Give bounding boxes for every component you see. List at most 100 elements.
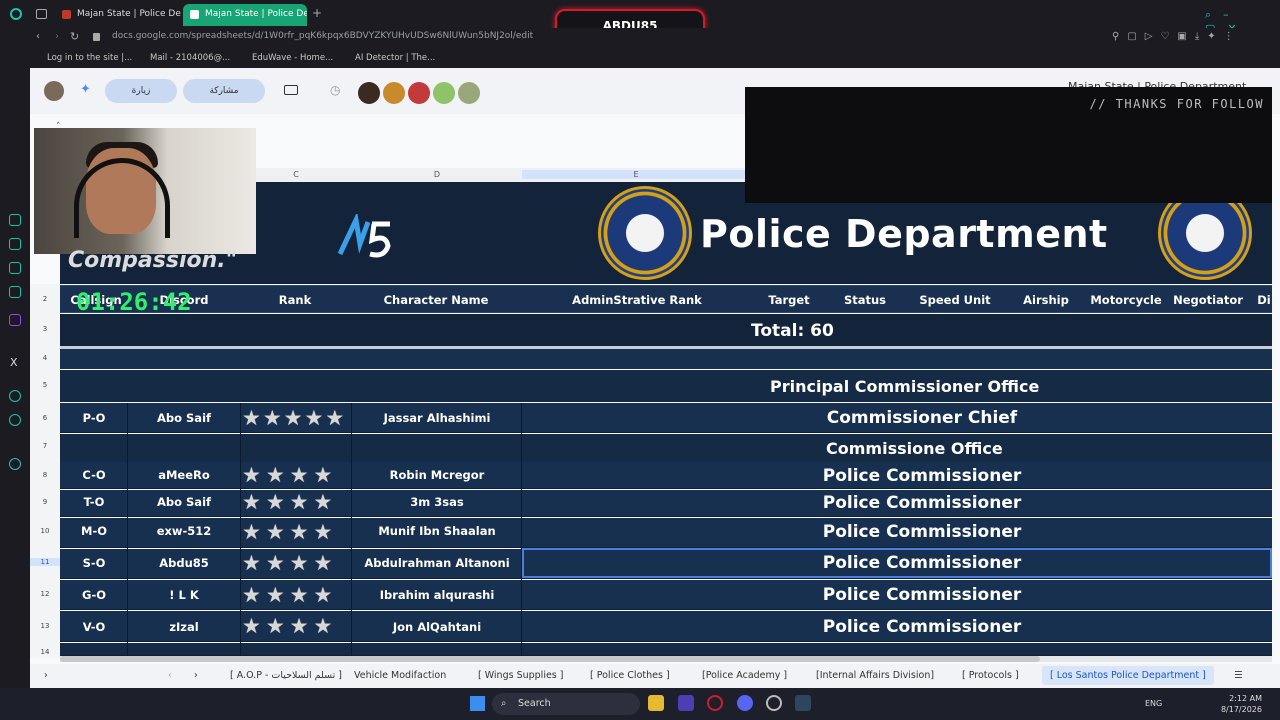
reload-icon[interactable]: ↻ [70, 30, 79, 43]
bookmark-3[interactable]: EduWave - Home... [252, 53, 333, 63]
video-call-icon[interactable] [284, 85, 298, 95]
twitch-icon[interactable] [9, 314, 21, 326]
cell-character-name[interactable]: Jon AlQahtani [352, 620, 522, 634]
rail-icon-5[interactable] [9, 390, 21, 402]
sheet-tab-clothes[interactable]: [ Police Clothes ] [590, 670, 670, 681]
sheet-tab-internal-affairs[interactable]: [Internal Affairs Division] [816, 670, 934, 681]
sheet-tab-academy[interactable]: [Police Academy ] [702, 670, 787, 681]
cell-admin-rank[interactable]: Police Commissioner [522, 617, 1280, 637]
cell-discord[interactable]: exw-512 [130, 524, 238, 538]
header-admin-rank[interactable]: AdminStrative Rank [522, 293, 752, 307]
scrollbar-thumb[interactable] [60, 656, 1040, 662]
header-airship[interactable]: Airship [1006, 293, 1086, 307]
cell-callsign[interactable]: S-O [64, 556, 124, 570]
sheet-tab-vehicle[interactable]: Vehicle Modifaction [354, 670, 446, 681]
cell-character-name[interactable]: Robin Mcregor [352, 468, 522, 482]
cell-character-name[interactable]: 3m 3sas [352, 495, 522, 509]
bookmark-1[interactable]: Log in to the site |... [47, 53, 132, 63]
cell-admin-rank[interactable]: Police Commissioner [522, 466, 1280, 486]
cell-callsign[interactable]: M-O [64, 524, 124, 538]
row-number[interactable]: 3 [30, 325, 60, 333]
row-number[interactable]: 8 [30, 471, 60, 479]
language-indicator[interactable]: ENG [1145, 699, 1162, 708]
header-motorcycle[interactable]: Motorcycle [1086, 293, 1166, 307]
collaborator-avatar-3[interactable] [408, 82, 430, 104]
browser-tab-2-active[interactable]: Majan State | Police Depart [183, 4, 307, 26]
sheet-tab-aop[interactable]: [ A.O.P - تسلم السلاحيات ] [230, 670, 342, 681]
url-field[interactable]: docs.google.com/spreadsheets/d/1W0rfr_pq… [112, 31, 533, 41]
forward-icon[interactable]: › [55, 31, 59, 42]
windows-start-icon[interactable] [470, 696, 485, 711]
cell-callsign[interactable]: T-O [64, 495, 124, 509]
header-di[interactable]: Di [1256, 293, 1272, 307]
collaborator-avatar-5[interactable] [458, 82, 480, 104]
share-button[interactable]: مشاركة [183, 79, 265, 103]
opera-gx-icon[interactable] [707, 695, 723, 711]
cell-character-name[interactable]: Jassar Alhashimi [352, 411, 522, 425]
header-target[interactable]: Target [752, 293, 826, 307]
horizontal-scrollbar[interactable] [60, 656, 1272, 662]
cell-discord[interactable]: Abo Saif [130, 495, 238, 509]
rail-icon-1[interactable] [9, 214, 21, 226]
row-number[interactable]: 10 [30, 527, 60, 535]
row-number[interactable]: 5 [30, 381, 60, 389]
collaborator-avatar-1[interactable] [358, 82, 380, 104]
collaborator-avatar-2[interactable] [383, 82, 405, 104]
column-letter-e[interactable]: E [522, 170, 750, 179]
all-sheets-icon[interactable]: ☰ [1234, 670, 1243, 681]
tabs-prev-icon[interactable]: ‹ [168, 670, 172, 681]
new-tab-button[interactable]: + [312, 6, 322, 20]
header-character-name[interactable]: Character Name [350, 293, 522, 307]
workspace-icon[interactable] [36, 9, 47, 19]
extensions-icons[interactable]: ⚲▢▷♡▣⤓✦⋮ [1112, 31, 1242, 42]
row-number[interactable]: 12 [30, 590, 60, 598]
cell-admin-rank[interactable]: Police Commissioner [522, 522, 1280, 542]
header-status[interactable]: Status [826, 293, 904, 307]
discord-icon[interactable] [737, 695, 753, 711]
column-letter-d[interactable]: D [352, 170, 522, 179]
column-letter-c[interactable]: C [276, 170, 316, 179]
cell-admin-rank[interactable]: Police Commissioner [522, 553, 1280, 573]
app-icon[interactable] [678, 695, 694, 711]
file-explorer-icon[interactable] [648, 695, 664, 711]
sheet-tab-wings[interactable]: [ Wings Supplies ] [478, 670, 563, 681]
cell-admin-rank[interactable]: Police Commissioner [522, 585, 1280, 605]
row-number[interactable]: 7 [30, 442, 60, 450]
sheet-tab-protocols[interactable]: [ Protocols ] [962, 670, 1019, 681]
rail-icon-3[interactable] [9, 262, 21, 274]
app-icon-2[interactable] [766, 695, 782, 711]
cell-discord[interactable]: zIzal [130, 620, 238, 634]
row-number[interactable]: 6 [30, 414, 60, 422]
row-number[interactable]: 14 [30, 648, 60, 656]
taskbar-search[interactable]: ⌕ Search [492, 693, 640, 715]
avatar[interactable] [44, 81, 64, 101]
row-number[interactable]: 2 [30, 295, 60, 303]
cell-discord[interactable]: ! L K [130, 588, 238, 602]
header-rank[interactable]: Rank [240, 293, 350, 307]
cell-callsign[interactable]: G-O [64, 588, 124, 602]
system-clock[interactable]: 2:12 AM 8/17/2026 [1221, 693, 1262, 715]
cell-character-name[interactable]: Ibrahim alqurashi [352, 588, 522, 602]
back-icon[interactable]: ‹ [36, 31, 40, 42]
cell-callsign[interactable]: P-O [64, 411, 124, 425]
sheet-tab-lspd[interactable]: [ Los Santos Police Department ] [1042, 666, 1214, 685]
cell-character-name[interactable]: Abdulrahman Altanoni [352, 556, 522, 570]
header-speed-unit[interactable]: Speed Unit [904, 293, 1006, 307]
bookmark-2[interactable]: Mail - 2104006@... [150, 53, 230, 63]
bookmark-4[interactable]: AI Detector | The... [355, 53, 435, 63]
cell-callsign[interactable]: C-O [64, 468, 124, 482]
cell-admin-rank[interactable]: Police Commissioner [522, 493, 1280, 513]
add-sheet-icon[interactable]: › [44, 670, 48, 681]
rail-icon-6[interactable] [9, 414, 21, 426]
cell-discord[interactable]: aMeeRo [130, 468, 238, 482]
cell-callsign[interactable]: V-O [64, 620, 124, 634]
cell-discord[interactable]: Abdu85 [130, 556, 238, 570]
cell-admin-rank[interactable]: Commissioner Chief [522, 408, 1280, 428]
browser-tab-1[interactable]: Majan State | Police Depar [55, 4, 181, 26]
rail-icon-2[interactable] [9, 238, 21, 250]
row-number[interactable]: 4 [30, 354, 60, 362]
browser-logo-icon[interactable] [10, 8, 22, 20]
tabs-next-icon[interactable]: › [194, 670, 198, 681]
row-number[interactable]: 11 [30, 558, 60, 566]
rail-icon-4[interactable] [9, 286, 21, 298]
